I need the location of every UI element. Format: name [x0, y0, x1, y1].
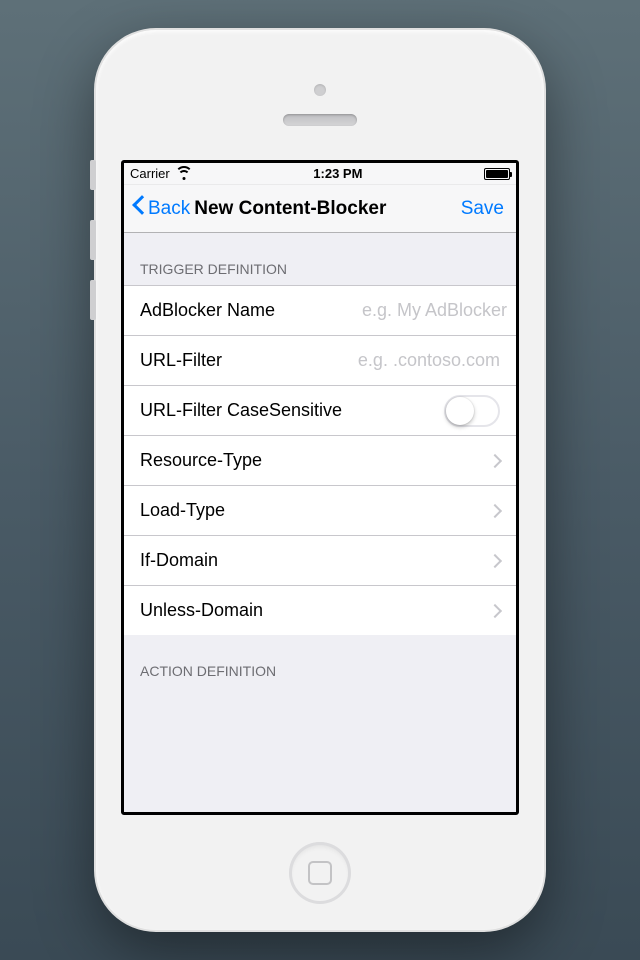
label-adblocker-name: AdBlocker Name [140, 300, 275, 321]
row-load-type[interactable]: Load-Type [124, 485, 516, 535]
screen: Carrier 1:23 PM Back New Content-Blocker… [121, 160, 519, 815]
label-load-type: Load-Type [140, 500, 225, 521]
label-case-sensitive: URL-Filter CaseSensitive [140, 400, 342, 421]
chevron-right-icon [488, 503, 502, 517]
phone-frame: Carrier 1:23 PM Back New Content-Blocker… [96, 30, 544, 930]
label-unless-domain: Unless-Domain [140, 600, 263, 621]
row-resource-type[interactable]: Resource-Type [124, 435, 516, 485]
chevron-right-icon [488, 453, 502, 467]
row-unless-domain[interactable]: Unless-Domain [124, 585, 516, 635]
wifi-icon [176, 168, 192, 180]
page-title: New Content-Blocker [190, 198, 456, 220]
clock: 1:23 PM [313, 166, 362, 181]
input-adblocker-name[interactable] [275, 300, 507, 321]
section-header-trigger: TRIGGER DEFINITION [124, 233, 516, 285]
save-button[interactable]: Save [457, 198, 508, 220]
mute-switch [90, 160, 96, 190]
section-header-action: ACTION DEFINITION [124, 635, 516, 687]
label-url-filter: URL-Filter [140, 350, 222, 371]
home-button[interactable] [289, 842, 351, 904]
proximity-sensor [314, 84, 326, 96]
label-if-domain: If-Domain [140, 550, 218, 571]
settings-table[interactable]: TRIGGER DEFINITION AdBlocker Name URL-Fi… [124, 233, 516, 812]
label-resource-type: Resource-Type [140, 450, 262, 471]
chevron-right-icon [488, 603, 502, 617]
carrier-label: Carrier [130, 166, 170, 181]
volume-down [90, 280, 96, 320]
row-adblocker-name[interactable]: AdBlocker Name [124, 285, 516, 335]
back-button[interactable]: Back [132, 198, 190, 220]
row-if-domain[interactable]: If-Domain [124, 535, 516, 585]
battery-icon [484, 168, 510, 180]
nav-bar: Back New Content-Blocker Save [124, 185, 516, 233]
status-bar: Carrier 1:23 PM [124, 163, 516, 185]
chevron-left-icon [132, 198, 146, 220]
input-url-filter[interactable] [222, 350, 500, 371]
chevron-right-icon [488, 553, 502, 567]
row-url-filter[interactable]: URL-Filter [124, 335, 516, 385]
toggle-case-sensitive[interactable] [444, 395, 500, 427]
earpiece-speaker [283, 114, 357, 126]
row-case-sensitive: URL-Filter CaseSensitive [124, 385, 516, 435]
back-label: Back [148, 198, 190, 220]
volume-up [90, 220, 96, 260]
